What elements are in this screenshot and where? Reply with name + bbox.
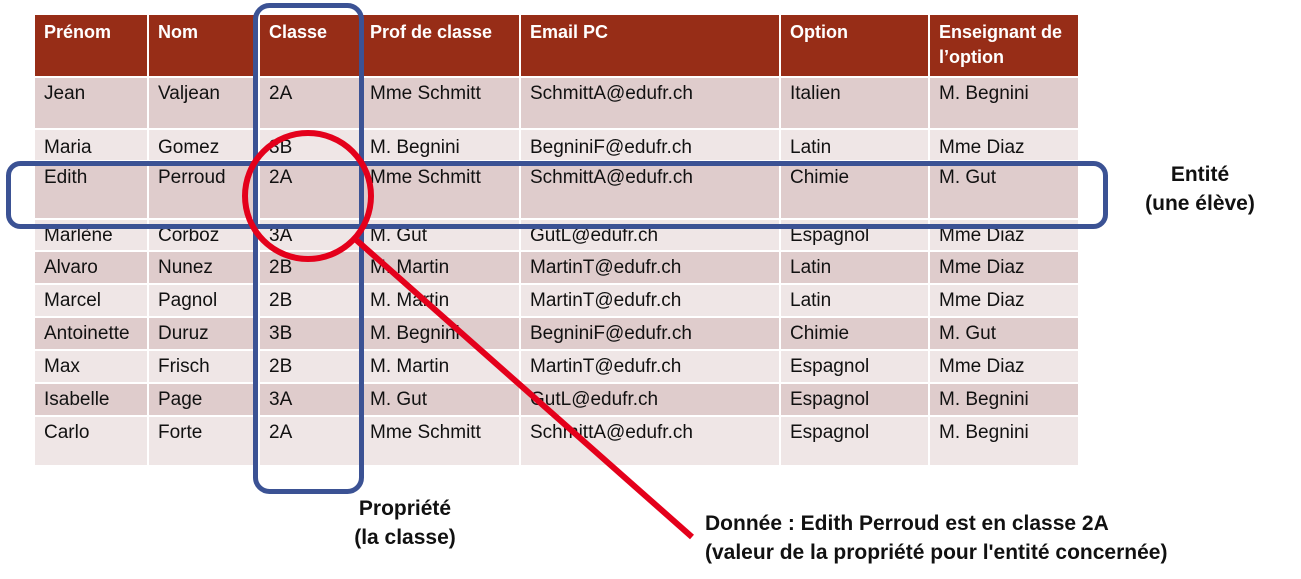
cell-enseignant-option: Mme Diaz [928, 219, 1078, 252]
cell-classe: 2A [258, 161, 360, 220]
cell-option: Latin [779, 284, 929, 318]
cell-prenom: Antoinette [35, 317, 148, 351]
cell-email-pc: SchmittA@edufr.ch [519, 161, 780, 220]
cell-enseignant-option: Mme Diaz [928, 129, 1078, 162]
cell-email-pc: GutL@edufr.ch [519, 383, 780, 417]
header-email-pc: Email PC [519, 15, 780, 78]
datum-label: Donnée : Edith Perroud est en classe 2A … [705, 509, 1167, 567]
entity-label-subtitle: (une élève) [1145, 192, 1255, 215]
cell-nom: Duruz [147, 317, 259, 351]
cell-prof-de-classe: M. Begnini [359, 129, 520, 162]
cell-option: Latin [779, 129, 929, 162]
header-enseignant-option: Enseignant de l’option [928, 15, 1078, 78]
cell-enseignant-option: M. Gut [928, 161, 1078, 220]
cell-option: Chimie [779, 161, 929, 220]
property-label: Propriété (la classe) [340, 494, 470, 552]
property-label-subtitle: (la classe) [354, 526, 456, 549]
header-row: Prénom Nom Classe Prof de classe Email P… [35, 15, 1078, 78]
cell-prenom: Alvaro [35, 251, 148, 285]
cell-prof-de-classe: Mme Schmitt [359, 77, 520, 130]
entity-label: Entité (une élève) [1115, 160, 1285, 218]
cell-prenom: Marcel [35, 284, 148, 318]
header-prof-de-classe: Prof de classe [359, 15, 520, 78]
cell-email-pc: MartinT@edufr.ch [519, 284, 780, 318]
cell-classe: 2B [258, 350, 360, 384]
cell-nom: Perroud [147, 161, 259, 220]
cell-email-pc: GutL@edufr.ch [519, 219, 780, 252]
cell-option: Espagnol [779, 350, 929, 384]
cell-prenom: Maria [35, 129, 148, 162]
cell-prof-de-classe: M. Gut [359, 219, 520, 252]
cell-prof-de-classe: Mme Schmitt [359, 161, 520, 220]
cell-email-pc: MartinT@edufr.ch [519, 251, 780, 285]
cell-enseignant-option: Mme Diaz [928, 350, 1078, 384]
cell-prof-de-classe: M. Gut [359, 383, 520, 417]
cell-email-pc: SchmittA@edufr.ch [519, 77, 780, 130]
table-row: Isabelle Page 3A M. Gut GutL@edufr.ch Espagno… [35, 383, 1078, 417]
cell-prenom: Max [35, 350, 148, 384]
student-table: Prénom Nom Classe Prof de classe Email P… [35, 15, 1078, 467]
cell-classe: 2B [258, 251, 360, 285]
cell-prof-de-classe: M. Begnini [359, 317, 520, 351]
property-label-title: Propriété [358, 497, 452, 520]
cell-email-pc: BegniniF@edufr.ch [519, 317, 780, 351]
table-body: Jean Valjean 2A Mme Schmitt SchmittA@edufr.c… [35, 77, 1078, 467]
cell-classe: 3B [258, 129, 360, 162]
datum-label-title: Donnée : Edith Perroud est en classe 2A [705, 512, 1109, 535]
cell-nom: Corboz [147, 219, 259, 252]
table-row: Antoinette Duruz 3B M. Begnini BegniniF@eduf… [35, 317, 1078, 351]
cell-enseignant-option: M. Begnini [928, 416, 1078, 467]
cell-prenom: Edith [35, 161, 148, 220]
cell-nom: Page [147, 383, 259, 417]
cell-nom: Nunez [147, 251, 259, 285]
cell-prof-de-classe: M. Martin [359, 284, 520, 318]
table-row: Carlo Forte 2A Mme Schmitt SchmittA@edufr.ch… [35, 416, 1078, 467]
cell-classe: 2B [258, 284, 360, 318]
cell-prenom: Jean [35, 77, 148, 130]
table-row: Alvaro Nunez 2B M. Martin MartinT@edufr.ch La… [35, 251, 1078, 285]
cell-classe: 2A [258, 77, 360, 130]
cell-prenom: Carlo [35, 416, 148, 467]
cell-prof-de-classe: M. Martin [359, 350, 520, 384]
cell-enseignant-option: M. Gut [928, 317, 1078, 351]
cell-prof-de-classe: Mme Schmitt [359, 416, 520, 467]
cell-email-pc: BegniniF@edufr.ch [519, 129, 780, 162]
cell-option: Espagnol [779, 219, 929, 252]
datum-label-subtitle: (valeur de la propriété pour l'entité co… [705, 541, 1168, 564]
table-row: Jean Valjean 2A Mme Schmitt SchmittA@edufr.c… [35, 77, 1078, 130]
cell-prenom: Isabelle [35, 383, 148, 417]
cell-nom: Forte [147, 416, 259, 467]
cell-prof-de-classe: M. Martin [359, 251, 520, 285]
table-row: Max Frisch 2B M. Martin MartinT@edufr.ch Espa… [35, 350, 1078, 384]
cell-nom: Pagnol [147, 284, 259, 318]
cell-enseignant-option: Mme Diaz [928, 284, 1078, 318]
cell-prenom: Marlène [35, 219, 148, 252]
table-row: Marcel Pagnol 2B M. Martin MartinT@edufr.ch L… [35, 284, 1078, 318]
cell-nom: Valjean [147, 77, 259, 130]
cell-email-pc: SchmittA@edufr.ch [519, 416, 780, 467]
header-prenom: Prénom [35, 15, 148, 78]
cell-enseignant-option: M. Begnini [928, 383, 1078, 417]
header-nom: Nom [147, 15, 259, 78]
cell-classe: 3A [258, 383, 360, 417]
cell-classe: 2A [258, 416, 360, 467]
cell-enseignant-option: Mme Diaz [928, 251, 1078, 285]
cell-option: Espagnol [779, 416, 929, 467]
cell-email-pc: MartinT@edufr.ch [519, 350, 780, 384]
table-row: Maria Gomez 3B M. Begnini BegniniF@edufr.ch L… [35, 129, 1078, 162]
cell-option: Espagnol [779, 383, 929, 417]
header-option: Option [779, 15, 929, 78]
cell-enseignant-option: M. Begnini [928, 77, 1078, 130]
cell-classe: 3B [258, 317, 360, 351]
cell-option: Latin [779, 251, 929, 285]
table-row: Edith Perroud 2A Mme Schmitt SchmittA@edufr.… [35, 161, 1078, 220]
cell-option: Italien [779, 77, 929, 130]
header-classe: Classe [258, 15, 360, 78]
cell-nom: Frisch [147, 350, 259, 384]
cell-nom: Gomez [147, 129, 259, 162]
cell-option: Chimie [779, 317, 929, 351]
table-row: Marlène Corboz 3A M. Gut GutL@edufr.ch Espagn… [35, 219, 1078, 252]
entity-label-title: Entité [1170, 163, 1230, 186]
cell-classe: 3A [258, 219, 360, 252]
